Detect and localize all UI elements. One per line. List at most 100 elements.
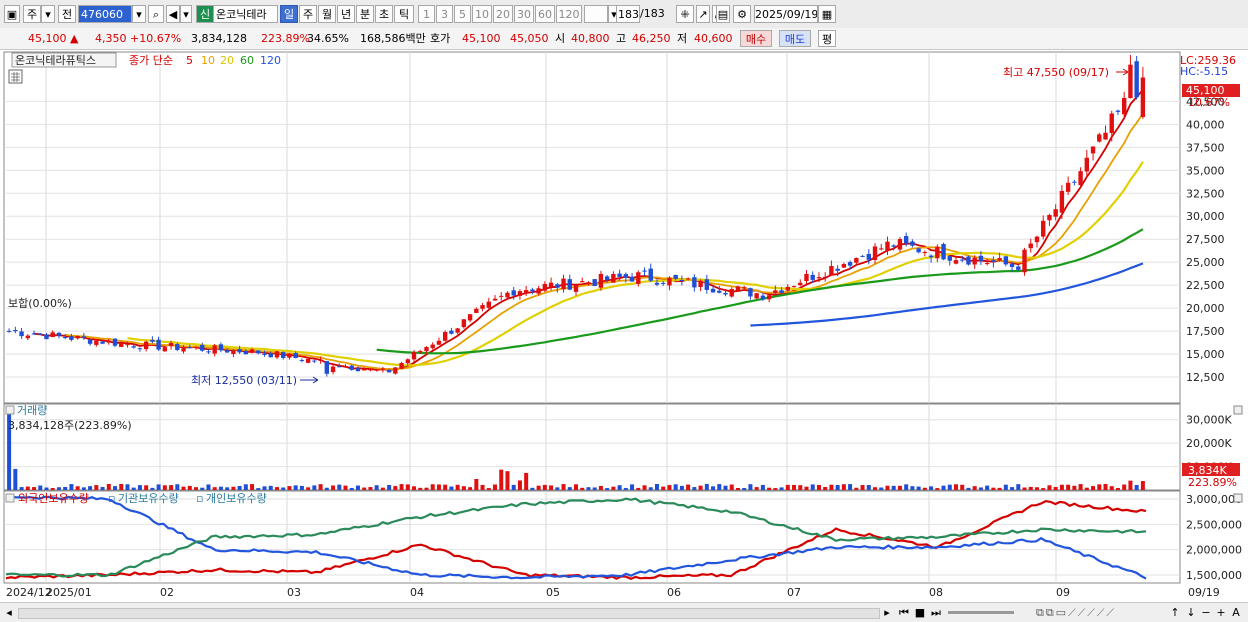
ma-legend-20: 20 [220,54,234,67]
candle-body [673,274,678,279]
high-note: 최고 47,550 (09/17) [1003,66,1109,79]
date-input[interactable]: 2025/09/19 [754,5,818,23]
crosshair-icon[interactable]: ⁜ [676,5,694,23]
stock-code-input[interactable]: 476060 [78,5,132,23]
settings-gear-icon[interactable]: ⚙ [733,5,751,23]
price-y-tick: 37,500 [1186,141,1225,154]
candle-body [611,274,616,283]
search-icon[interactable]: ⌕ [148,5,164,23]
volume-bar [256,488,261,490]
volume-bar [729,484,734,490]
calendar-icon[interactable]: ▦ [818,5,836,23]
scroll-down-icon[interactable]: ↓ [1184,605,1198,620]
volume-bar [1122,484,1127,490]
interval-1-button[interactable]: 1 [418,5,435,23]
interval-20-button[interactable]: 20 [493,5,513,23]
speaker-dropdown-icon[interactable]: ▾ [180,5,192,23]
volume-bar [517,480,522,490]
volume-bar [679,485,684,490]
candle-body [1047,214,1052,221]
count-input[interactable]: 183 [616,5,640,23]
sell-button[interactable]: 매도 [779,30,811,47]
mode-button[interactable]: 전 [58,5,76,23]
speaker-icon[interactable]: ◀ [166,5,180,23]
period-second-button[interactable]: 초 [375,5,393,23]
window-menu-icon[interactable]: ▣ [4,5,20,23]
candle-body [922,252,928,254]
volume-bar [654,483,659,490]
interval-120-button[interactable]: 120 [556,5,582,23]
volume-close-icon[interactable] [1233,405,1243,415]
candle-body [567,279,572,290]
period-week-button[interactable]: 주 [299,5,317,23]
zoom-slider[interactable] [948,611,1014,614]
candle-body [318,359,323,361]
hc-value: HC:-5.15 [1180,65,1228,78]
zoom-in-icon[interactable]: + [1214,605,1228,620]
holdings-y-tick: 2,000,000 [1186,544,1242,557]
scroll-up-icon[interactable]: ↑ [1168,605,1182,620]
volume-bar [306,487,311,490]
chart-tools-icons[interactable]: ⧉⧉▭⟋⟋⟋⟋⟋ [1016,605,1136,620]
eval-button[interactable]: 평 [818,30,836,47]
market-select[interactable]: 주 [23,5,41,23]
period-day-button[interactable]: 일 [280,5,298,23]
candle-body [1121,97,1127,115]
volume-bar [349,488,354,490]
volume-bar [673,484,678,490]
volume-bar [873,487,878,490]
candle-body [31,333,37,335]
holdings-close-icon[interactable] [1233,493,1243,503]
volume-bar [63,486,68,490]
ma-legend-10: 10 [201,54,215,67]
draw-tool-icon[interactable]: ↗ [696,5,710,23]
period-year-button[interactable]: 년 [337,5,355,23]
volume-bar [767,487,772,490]
candle-body [685,278,691,280]
code-dropdown-icon[interactable]: ▾ [132,5,146,23]
scroll-left-icon[interactable]: ◂ [2,605,16,620]
volume-bar [237,485,242,490]
volume-bar [1041,488,1046,490]
save-icon[interactable]: ▤ [716,5,730,23]
interval-30-button[interactable]: 30 [514,5,534,23]
candle-body [586,282,591,285]
candle-body [467,314,473,321]
chart-svg[interactable]: 42,50040,00037,50035,00032,50030,00027,5… [0,50,1248,602]
interval-10-button[interactable]: 10 [472,5,492,23]
interval-60-button[interactable]: 60 [535,5,555,23]
scroll-track[interactable] [18,608,880,619]
rewind-icon[interactable]: ⏮ [896,605,912,620]
volume-bar [879,487,884,490]
scroll-right-icon[interactable]: ▸ [880,605,894,620]
price-panel-title: 온코닉테라퓨틱스 [15,54,96,67]
stop-icon[interactable]: ■ [913,605,927,620]
market-dropdown-icon[interactable]: ▾ [41,5,55,23]
candle-body [480,305,485,309]
volume-bar [38,485,43,490]
candle-body [748,288,753,297]
chart-area[interactable]: 42,500 40,000 37,500 35,000 32,500 30,000 27,5… [0,50,1248,602]
period-minute-button[interactable]: 분 [356,5,374,23]
grid-table-icon[interactable] [8,69,23,84]
volume-bar [860,484,865,490]
volume-bar [88,486,93,490]
interval-custom-input[interactable] [584,5,608,23]
font-size-icon[interactable]: A [1229,605,1243,620]
ma-legend-label: 종가 단순 [129,54,173,67]
buy-button[interactable]: 매수 [740,30,772,47]
period-month-button[interactable]: 월 [318,5,336,23]
interval-5-button[interactable]: 5 [454,5,471,23]
period-tick-button[interactable]: 틱 [394,5,414,23]
candle-body [947,256,952,261]
volume-bar [935,488,940,490]
zoom-out-icon[interactable]: − [1199,605,1213,620]
fast-forward-icon[interactable]: ⏭ [928,605,944,620]
candle-body [872,246,878,260]
volume-bar [212,487,217,490]
candle-body [87,339,93,344]
candle-body [822,276,828,278]
interval-3-button[interactable]: 3 [436,5,453,23]
volume-bar [1140,481,1145,490]
candle-body [1084,157,1090,172]
